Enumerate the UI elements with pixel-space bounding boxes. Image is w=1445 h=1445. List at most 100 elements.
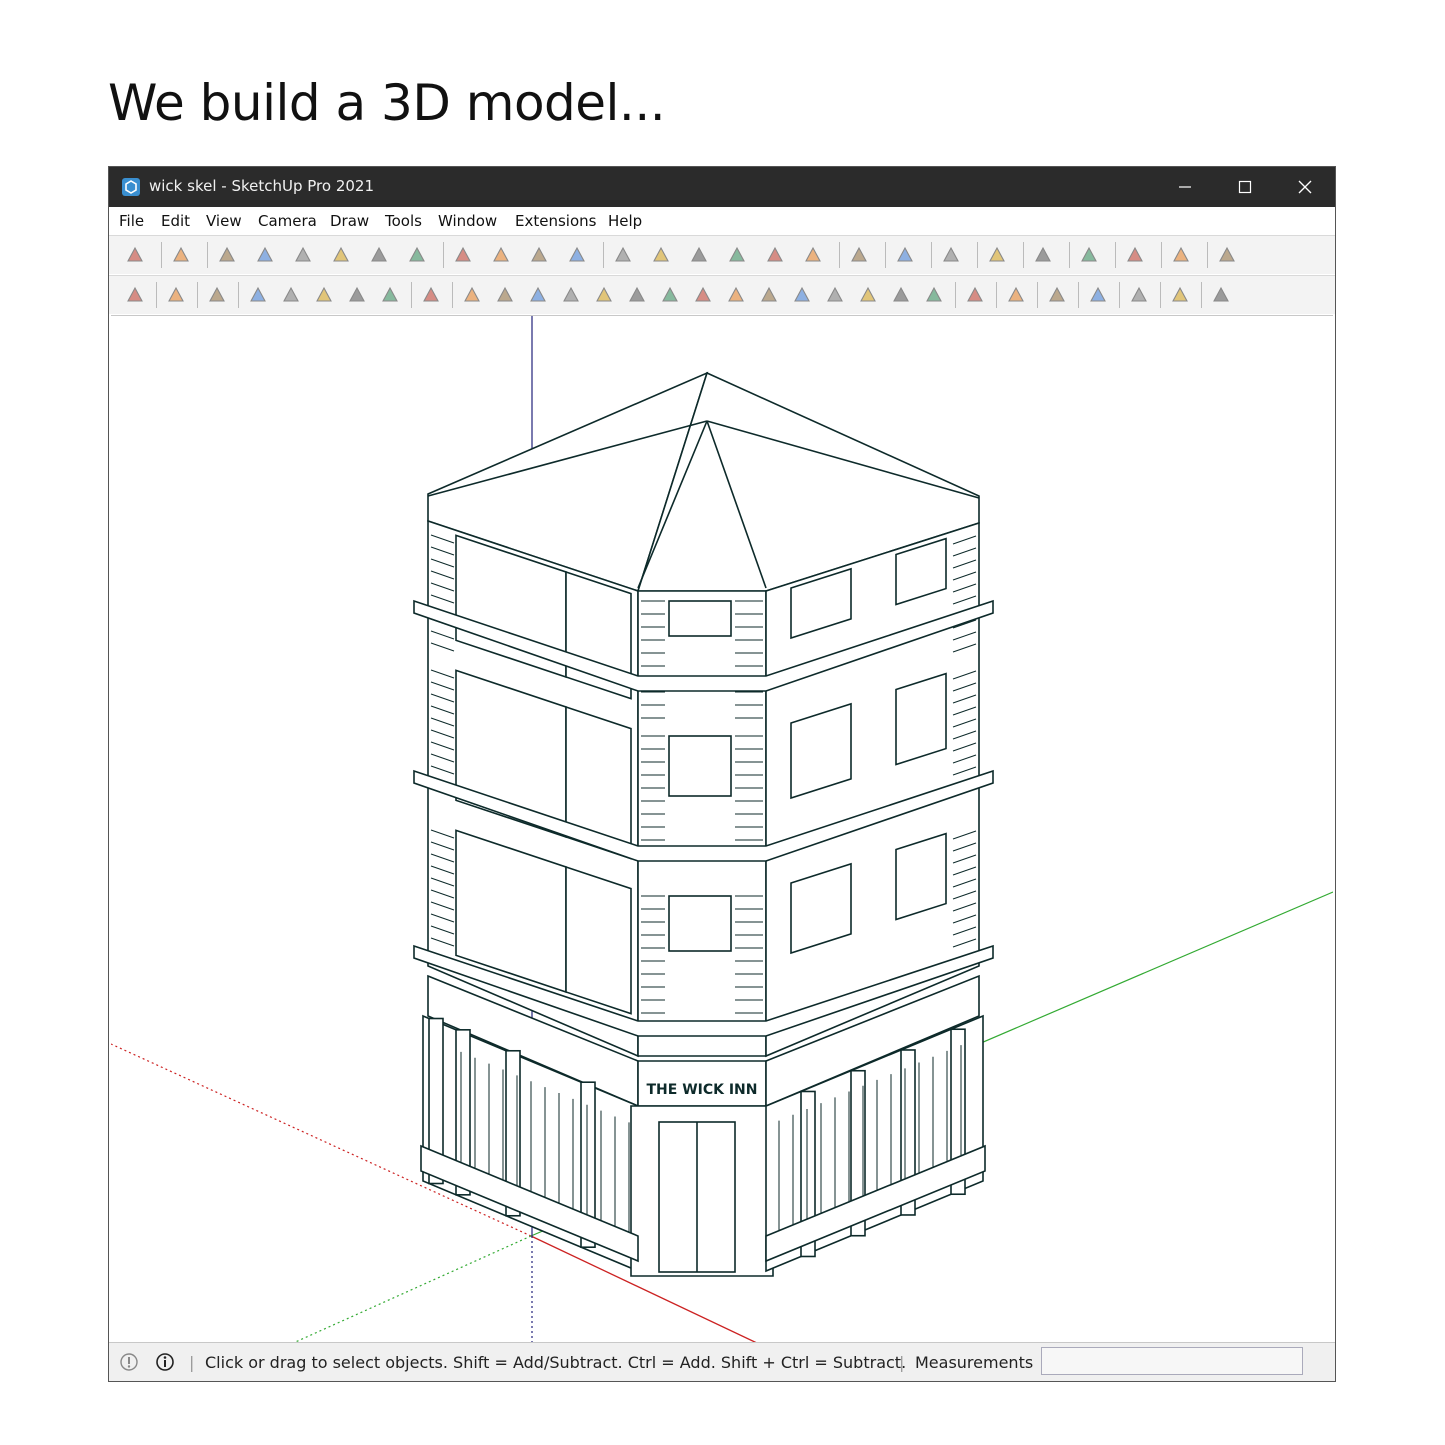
window-corner (668, 895, 732, 952)
sandbox5-tool-button[interactable] (376, 281, 404, 309)
offset-tool-button[interactable] (365, 241, 393, 269)
scale-tool-button[interactable] (761, 241, 789, 269)
status-hint: Click or drag to select objects. Shift =… (205, 1353, 907, 1372)
gradient-tool-button[interactable] (1084, 281, 1112, 309)
polygon-tool-button[interactable] (121, 241, 149, 269)
dimension-tool-button[interactable] (1075, 241, 1103, 269)
building-model[interactable]: THE WICK INN (413, 371, 994, 1277)
sketchup-window: wick skel - SketchUp Pro 2021 File Edit … (108, 166, 1336, 1382)
circle-tool-button[interactable] (623, 281, 651, 309)
gradient-icon (1090, 286, 1106, 302)
stair-tool-button[interactable] (1166, 281, 1194, 309)
toolbar-separator (931, 242, 932, 268)
menu-window[interactable]: Window (438, 212, 497, 230)
dodeca-icon (827, 286, 843, 302)
tape-tool-button[interactable] (487, 241, 515, 269)
pyramid-tool-button[interactable] (557, 281, 585, 309)
stack-tool-button[interactable] (1125, 281, 1153, 309)
eraser-tool-button[interactable] (563, 241, 591, 269)
paint-bucket-tool-button[interactable] (799, 241, 827, 269)
magnet-tool-button[interactable] (961, 281, 989, 309)
sandbox3-tool-button[interactable] (310, 281, 338, 309)
house-tool-button[interactable] (937, 241, 965, 269)
pen2-tool-button[interactable] (891, 241, 919, 269)
sphere-tool-button[interactable] (854, 281, 882, 309)
torus-tool-button[interactable] (788, 281, 816, 309)
menu-camera[interactable]: Camera (258, 212, 317, 230)
menu-view[interactable]: View (206, 212, 242, 230)
geo-location-icon[interactable] (119, 1352, 139, 1372)
window-left (565, 865, 632, 1015)
geo-tool-button[interactable] (887, 281, 915, 309)
rotate-red-tool-button[interactable] (723, 241, 751, 269)
tape-icon (493, 246, 509, 262)
minimize-button[interactable] (1155, 167, 1215, 207)
rotate-tool-button[interactable] (289, 241, 317, 269)
cube-shape-tool-button[interactable] (458, 281, 486, 309)
cube-tool-button[interactable] (203, 281, 231, 309)
box-tool-button[interactable] (162, 281, 190, 309)
check-icon (127, 286, 143, 302)
pencil-tool-button[interactable] (167, 241, 195, 269)
close-button[interactable] (1275, 167, 1335, 207)
protractor-tool-button[interactable] (525, 241, 553, 269)
menu-help[interactable]: Help (608, 212, 642, 230)
sandbox2-tool-button[interactable] (277, 281, 305, 309)
push-pull-icon (219, 246, 235, 262)
maximize-button[interactable] (1215, 167, 1275, 207)
cone-tool-button[interactable] (656, 281, 684, 309)
toolbar-separator (443, 242, 444, 268)
green-axis-dotted (290, 1235, 532, 1344)
menu-draw[interactable]: Draw (330, 212, 369, 230)
sandbox4-tool-button[interactable] (343, 281, 371, 309)
lens-tool-button[interactable] (755, 281, 783, 309)
orbit-tool-button[interactable] (251, 241, 279, 269)
layers-tool-button[interactable] (417, 281, 445, 309)
sandbox-icon (250, 286, 266, 302)
section-tool-button[interactable] (983, 241, 1011, 269)
menu-extensions[interactable]: Extensions (515, 212, 596, 230)
window-right (895, 832, 947, 921)
menu-tools[interactable]: Tools (385, 212, 422, 230)
sandbox-tool-button[interactable] (244, 281, 272, 309)
push-tool-button[interactable] (685, 241, 713, 269)
arc-tool-button[interactable] (1029, 241, 1057, 269)
arrow-up-tool-button[interactable] (1207, 281, 1235, 309)
toolbar-separator (1119, 282, 1120, 308)
ellipse-tool-button[interactable] (722, 281, 750, 309)
color-cube2-tool-button[interactable] (1043, 281, 1071, 309)
model-viewport[interactable]: THE WICK INN (111, 315, 1333, 1344)
target-tool-button[interactable] (1121, 241, 1149, 269)
color-cube-tool-button[interactable] (1002, 281, 1030, 309)
select-tool-button[interactable] (609, 241, 637, 269)
paint-tool-button[interactable] (449, 241, 477, 269)
toolbar-separator (238, 282, 239, 308)
layers-icon (423, 286, 439, 302)
info-icon[interactable] (155, 1352, 175, 1372)
move-tool-button[interactable] (647, 241, 675, 269)
toolbar-separator (1115, 242, 1116, 268)
cylinder-tool-button[interactable] (491, 281, 519, 309)
measurements-input[interactable] (1041, 1347, 1303, 1375)
prism-tool-button[interactable] (524, 281, 552, 309)
component-tool-button[interactable] (1167, 241, 1195, 269)
push-pull-tool-button[interactable] (213, 241, 241, 269)
toolbar-row-2 (109, 275, 1335, 314)
menu-file[interactable]: File (119, 212, 144, 230)
drop-tool-button[interactable] (689, 281, 717, 309)
camera-tool-button[interactable] (1213, 241, 1241, 269)
sandbox5-icon (382, 286, 398, 302)
dodeca-tool-button[interactable] (821, 281, 849, 309)
follow-me-tool-button[interactable] (327, 241, 355, 269)
pen-tool-button[interactable] (845, 241, 873, 269)
cone-icon (662, 286, 678, 302)
toolbar-separator (1161, 242, 1162, 268)
menu-edit[interactable]: Edit (161, 212, 190, 230)
model-canvas[interactable]: THE WICK INN (111, 316, 1333, 1344)
tube-tool-button[interactable] (590, 281, 618, 309)
gem-tool-button[interactable] (920, 281, 948, 309)
toolbar-separator (1023, 242, 1024, 268)
paint-icon (455, 246, 471, 262)
shape-tool-button[interactable] (403, 241, 431, 269)
check-tool-button[interactable] (121, 281, 149, 309)
